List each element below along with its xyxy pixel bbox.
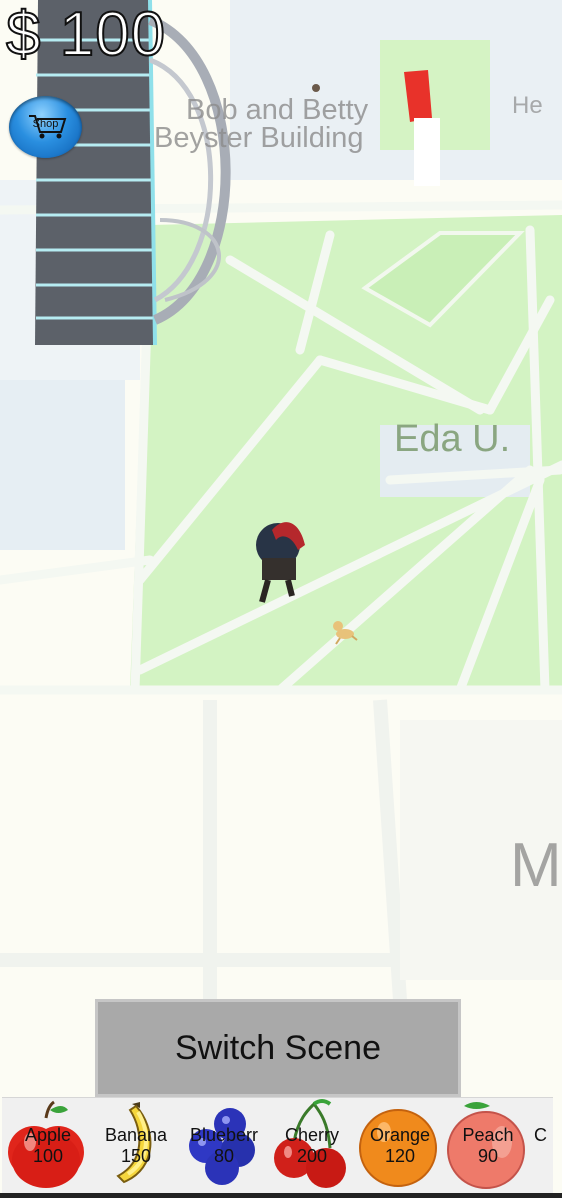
map-label-edge: M xyxy=(510,831,562,900)
fruit-name: Blueberr xyxy=(189,1125,259,1145)
map-marker-dot xyxy=(312,84,320,92)
fruit-name: Peach xyxy=(462,1125,514,1145)
fruit-price: 150 xyxy=(120,1146,152,1166)
fruit-price: 80 xyxy=(213,1146,235,1166)
map-label-eda: Eda U. xyxy=(394,418,511,460)
shop-button-label: Shop xyxy=(32,118,59,130)
fruit-name: Apple xyxy=(24,1125,72,1145)
fruit-item-blueberry[interactable]: Blueberr 80 xyxy=(182,1098,266,1194)
fruit-inventory-tray[interactable]: Apple 100 Banana 150 Blueberr 80 Cherry … xyxy=(2,1097,553,1194)
fruit-name: Cherry xyxy=(284,1125,339,1145)
fruit-item-apple[interactable]: Apple 100 xyxy=(6,1098,90,1194)
fruit-item-cherry[interactable]: Cherry 200 xyxy=(270,1098,354,1194)
money-counter: $ 100 xyxy=(5,0,167,69)
map-label-building-right: He xyxy=(512,92,543,119)
switch-scene-label: Switch Scene xyxy=(175,1028,381,1067)
fruit-price: 100 xyxy=(32,1146,64,1166)
fruit-name: C xyxy=(534,1125,547,1145)
fruit-price: 120 xyxy=(384,1146,416,1166)
building-block xyxy=(0,380,125,550)
fruit-item-banana[interactable]: Banana 150 xyxy=(94,1098,178,1194)
fruit-name: Orange xyxy=(369,1125,431,1145)
fruit-item-partial[interactable]: C xyxy=(534,1098,553,1194)
fruit-price: 200 xyxy=(296,1146,328,1166)
fruit-price: 90 xyxy=(477,1146,499,1166)
fruit-item-orange[interactable]: Orange 120 xyxy=(358,1098,442,1194)
switch-scene-button[interactable]: Switch Scene xyxy=(95,999,461,1097)
shop-button[interactable]: Shop xyxy=(9,96,82,158)
fruit-item-peach[interactable]: Peach 90 xyxy=(446,1098,530,1194)
fruit-name: Banana xyxy=(104,1125,168,1145)
screen-bottom-edge xyxy=(0,1193,562,1198)
map-label-building-2: Beyster Building xyxy=(154,122,364,154)
